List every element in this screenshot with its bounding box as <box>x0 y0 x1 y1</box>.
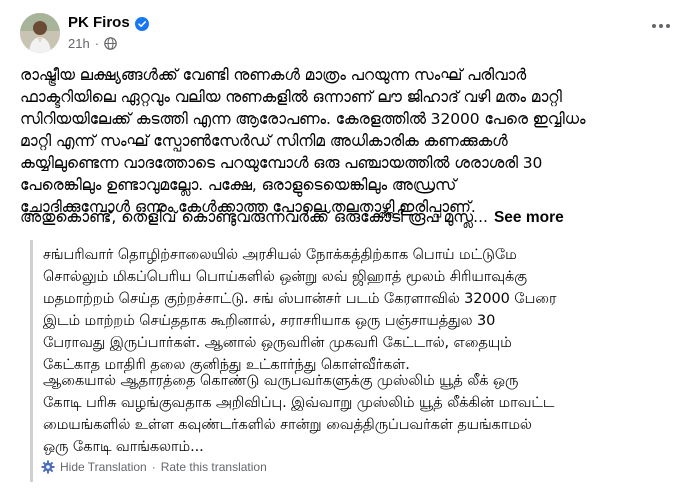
avatar[interactable] <box>20 13 60 53</box>
author-row: PK Firos <box>68 14 149 31</box>
gear-icon[interactable] <box>41 460 55 474</box>
hide-translation-link[interactable]: Hide Translation <box>60 460 147 474</box>
translation-paragraph-1: சங்பரிவார் தொழிற்சாலையில் அரசியல் நோக்கத… <box>43 247 557 373</box>
post-body-text: രാഷ്ട്രീയ ലക്ഷ്യങ്ങൾക്ക് വേണ്ടി നുണകൾ മാ… <box>20 66 586 216</box>
avatar-image <box>20 13 60 53</box>
meta-separator: · <box>94 36 100 51</box>
post-meta: 21h · <box>68 36 117 51</box>
translation-block: சங்பரிவார் தொழிற்சாலையில் அரசியல் நோக்கத… <box>30 240 681 482</box>
more-options-icon <box>652 24 670 28</box>
post-timestamp[interactable]: 21h <box>68 36 90 51</box>
translation-controls: Hide Translation · Rate this translation <box>41 460 267 474</box>
post-body-truncated: അതുകൊണ്ട്, തെളിവ് കൊണ്ടുവരുന്നവർക്ക് ഒരു… <box>20 208 488 226</box>
verified-badge-icon <box>134 16 149 31</box>
translation-paragraph-2: ஆகையால் ஆதாரத்தை கொண்டு வருபவர்களுக்கு ம… <box>43 373 555 455</box>
facebook-post: PK Firos 21h · രാഷ്ട്രീയ ലക്ഷ്യങ്ങൾക്ക് … <box>0 0 687 491</box>
post-body-continuation: അതുകൊണ്ട്, തെളിവ് കൊണ്ടുവരുന്നവർക്ക് ഒരു… <box>20 206 674 229</box>
author-name[interactable]: PK Firos <box>68 14 130 31</box>
see-more-link[interactable]: See more <box>494 209 564 226</box>
globe-icon[interactable] <box>104 37 117 50</box>
translation-separator: · <box>151 460 156 474</box>
more-options-button[interactable] <box>647 16 675 36</box>
rate-translation-link[interactable]: Rate this translation <box>161 460 267 474</box>
